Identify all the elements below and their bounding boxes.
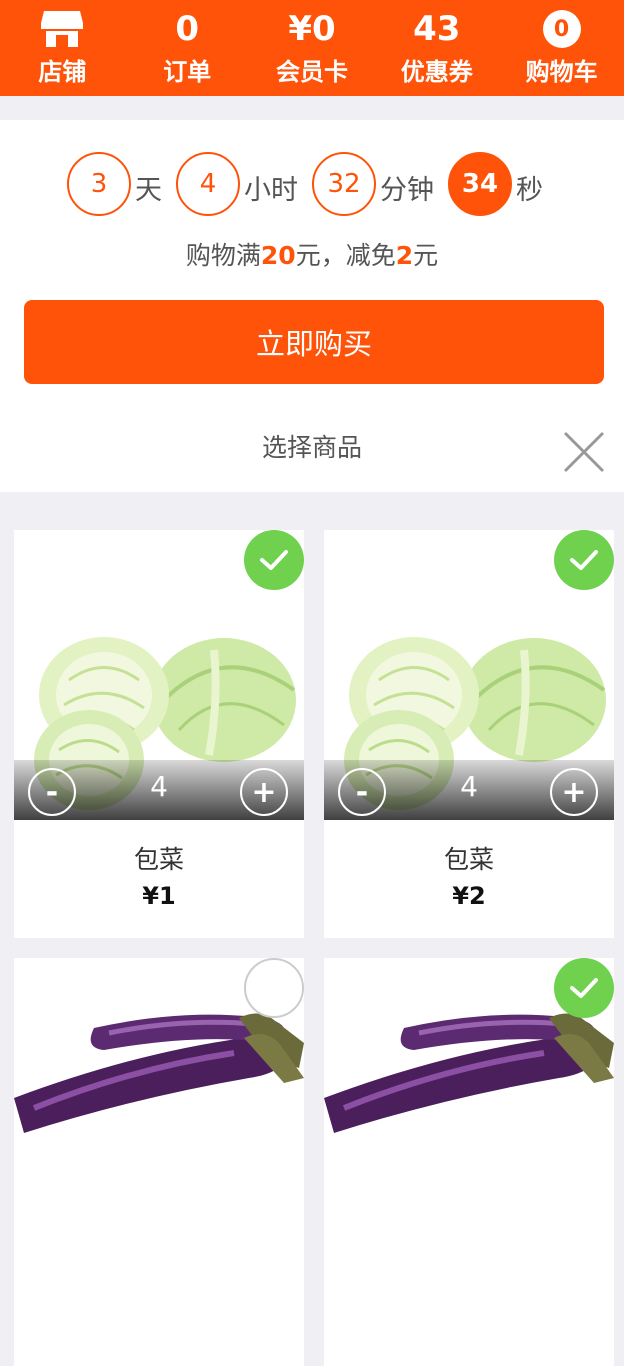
promo-threshold: 20 [260,241,296,270]
countdown-hours: 4 [176,152,240,216]
selected-check-toggle[interactable] [554,958,614,1018]
close-button[interactable] [562,430,606,474]
product-name: 包菜 [133,845,184,874]
nav-member-label: 会员卡 [275,58,348,86]
product-card[interactable] [324,958,614,1366]
nav-orders[interactable]: 0 订单 [125,0,250,96]
product-card[interactable] [14,958,304,1366]
select-product-title: 选择商品 [261,433,362,462]
cart-count-badge: 0 [542,10,581,48]
countdown-seconds: 34 [448,152,512,216]
close-icon [563,431,605,473]
nav-store-label: 店铺 [38,58,87,86]
promo-middle: 元，减免 [295,241,396,270]
countdown-hours-unit: 小时 [244,174,298,206]
promo-prefix: 购物满 [185,241,261,270]
product-name: 包菜 [443,845,494,874]
promo-suffix: 元 [413,241,439,270]
product-price: ¥2 [452,882,486,910]
top-nav-bar: 店铺 0 订单 ¥0 会员卡 43 优惠券 0 购物车 [0,0,624,96]
countdown-minutes-unit: 分钟 [380,174,434,206]
decrease-quantity-button[interactable]: - [28,768,76,816]
check-icon [570,978,598,998]
countdown-days-unit: 天 [135,174,162,206]
product-card[interactable]: - 4 + 包菜 ¥1 [14,530,304,938]
countdown-days: 3 [67,152,131,216]
check-icon [570,550,598,570]
countdown-timer: 3 天 4 小时 32 分钟 34 秒 [0,152,624,216]
check-icon [260,550,288,570]
decrease-quantity-button[interactable]: - [338,768,386,816]
buy-now-button[interactable]: 立即购买 [24,300,604,384]
nav-coupons-label: 优惠券 [400,58,473,86]
member-card-value: ¥0 [288,9,336,49]
promo-text: 购物满20元，减免2元 [0,236,624,272]
nav-orders-label: 订单 [163,58,212,86]
orders-count: 0 [175,9,200,49]
increase-quantity-button[interactable]: + [550,768,598,816]
selected-check-toggle[interactable] [554,530,614,590]
nav-coupons[interactable]: 43 优惠券 [374,0,499,96]
nav-cart-label: 购物车 [525,58,598,86]
unselected-check-toggle[interactable] [244,958,304,1018]
promo-discount: 2 [395,241,414,270]
product-price: ¥1 [142,882,176,910]
nav-cart[interactable]: 0 购物车 [499,0,624,96]
store-icon [41,11,84,47]
quantity-value: 4 [150,770,168,803]
quantity-value: 4 [460,770,478,803]
select-product-sheet: 3 天 4 小时 32 分钟 34 秒 购物满20元，减免2元 立即购买 选择商… [0,120,624,492]
countdown-minutes: 32 [312,152,376,216]
nav-member-card[interactable]: ¥0 会员卡 [250,0,375,96]
coupons-count: 43 [413,9,461,49]
product-card[interactable]: - 4 + 包菜 ¥2 [324,530,614,938]
selected-check-toggle[interactable] [244,530,304,590]
countdown-seconds-unit: 秒 [516,174,543,206]
increase-quantity-button[interactable]: + [240,768,288,816]
nav-store[interactable]: 店铺 [0,0,125,96]
